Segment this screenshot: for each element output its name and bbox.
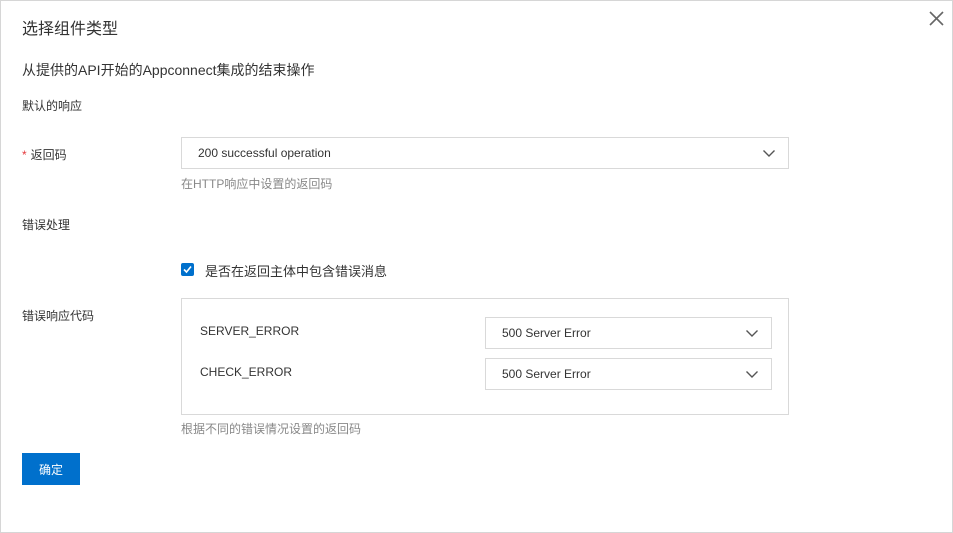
confirm-button[interactable]: 确定 — [22, 453, 80, 485]
error-code-name: SERVER_ERROR — [200, 324, 300, 338]
default-response-section-title: 默认的响应 — [22, 99, 83, 113]
error-code-name: CHECK_ERROR — [200, 365, 293, 379]
return-code-label: * 返回码 — [22, 146, 67, 163]
return-code-hint: 在HTTP响应中设置的返回码 — [181, 177, 333, 191]
chevron-down-icon — [762, 147, 776, 159]
close-icon[interactable] — [927, 9, 947, 29]
return-code-select-value: 200 successful operation — [198, 146, 331, 160]
check-error-select-value: 500 Server Error — [502, 367, 591, 381]
error-codes-panel: SERVER_ERROR 500 Server Error CHECK_ERRO… — [181, 298, 789, 415]
error-codes-hint: 根据不同的错误情况设置的返回码 — [181, 422, 362, 436]
required-mark: * — [22, 148, 27, 162]
return-code-label-text: 返回码 — [30, 148, 67, 162]
include-error-message-label[interactable]: 是否在返回主体中包含错误消息 — [205, 261, 387, 280]
dialog-title: 选择组件类型 — [22, 21, 119, 38]
server-error-select-value: 500 Server Error — [502, 326, 591, 340]
error-handling-section-title: 错误处理 — [22, 218, 71, 232]
return-code-select[interactable]: 200 successful operation — [181, 137, 789, 169]
dialog-description: 从提供的API开始的Appconnect集成的结束操作 — [22, 62, 315, 78]
error-codes-label: 错误响应代码 — [22, 309, 95, 323]
chevron-down-icon — [745, 327, 759, 339]
include-error-message-checkbox[interactable] — [181, 263, 194, 276]
component-type-dialog: 选择组件类型 从提供的API开始的Appconnect集成的结束操作 默认的响应… — [0, 0, 953, 533]
check-error-select[interactable]: 500 Server Error — [485, 358, 772, 390]
chevron-down-icon — [745, 368, 759, 380]
server-error-select[interactable]: 500 Server Error — [485, 317, 772, 349]
